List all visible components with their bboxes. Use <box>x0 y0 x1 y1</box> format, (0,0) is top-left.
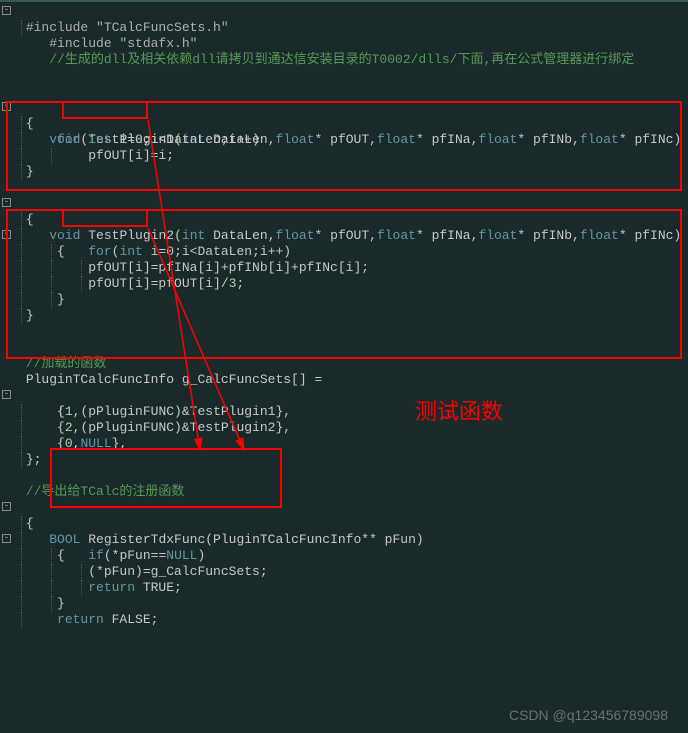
blank-line <box>0 324 688 340</box>
code-line: pfOUT[i]=pfINa[i]+pfINb[i]+pfINc[i]; <box>0 260 688 276</box>
code-line: return TRUE; <box>0 580 688 596</box>
fold-minus-icon[interactable]: - <box>2 390 11 399</box>
code-line: - { <box>0 388 688 404</box>
function-signature: - BOOL RegisterTdxFunc(PluginTCalcFuncIn… <box>0 500 688 516</box>
code-line: PluginTCalcFuncInfo g_CalcFuncSets[] = <box>0 372 688 388</box>
blank-line <box>0 180 688 196</box>
fold-minus-icon[interactable]: - <box>2 102 11 111</box>
blank-line <box>0 468 688 484</box>
code-line: { <box>0 548 688 564</box>
code-line: pfOUT[i]=i; <box>0 148 688 164</box>
fold-minus-icon[interactable]: - <box>2 534 11 543</box>
blank-line <box>0 68 688 84</box>
code-editor[interactable]: - #include "stdafx.h" #include "TCalcFun… <box>0 2 688 628</box>
code-line: //生成的dll及相关依赖dll请拷贝到通达信安装目录的T0002/dlls/下… <box>0 52 688 68</box>
code-line: //加载的函数 <box>0 356 688 372</box>
code-line: - #include "stdafx.h" <box>0 4 688 20</box>
code-line: {0,NULL}, <box>0 436 688 452</box>
code-line: } <box>0 292 688 308</box>
code-line: (*pFun)=g_CalcFuncSets; <box>0 564 688 580</box>
code-line: {2,(pPluginFUNC)&TestPlugin2}, <box>0 420 688 436</box>
code-line: {1,(pPluginFUNC)&TestPlugin1}, <box>0 404 688 420</box>
code-line: #include "TCalcFuncSets.h" <box>0 20 688 36</box>
comment: //生成的dll及相关依赖dll请拷贝到通达信安装目录的T0002/dlls/下… <box>49 52 634 67</box>
annotation-label: 测试函数 <box>415 394 503 426</box>
code-line: { <box>0 516 688 532</box>
fold-minus-icon[interactable]: - <box>2 502 11 511</box>
code-line: { <box>0 212 688 228</box>
code-line: pfOUT[i]=pfOUT[i]/3; <box>0 276 688 292</box>
code-line: { <box>0 244 688 260</box>
code-line: return FALSE; <box>0 612 688 628</box>
fold-minus-icon[interactable]: - <box>2 230 11 239</box>
code-line: }; <box>0 452 688 468</box>
fold-minus-icon[interactable]: - <box>2 198 11 207</box>
function-signature: - void TestPlugin2(int DataLen,float* pf… <box>0 196 688 212</box>
function-signature: - void TestPlugin1(int DataLen,float* pf… <box>0 100 688 116</box>
blank-line <box>0 84 688 100</box>
code-line: } <box>0 596 688 612</box>
code-line: - for(int i=0;i<DataLen;i++) <box>0 228 688 244</box>
code-line: - if(*pFun==NULL) <box>0 532 688 548</box>
comment: //导出给TCalc的注册函数 <box>26 484 185 499</box>
code-line: } <box>0 308 688 324</box>
code-line: //导出给TCalc的注册函数 <box>0 484 688 500</box>
code-line: for(int i=0;i<DataLen;i++) <box>0 132 688 148</box>
code-line: { <box>0 116 688 132</box>
watermark: CSDN @q123456789098 <box>509 707 668 723</box>
comment: //加载的函数 <box>26 356 107 371</box>
fold-minus-icon[interactable]: - <box>2 6 11 15</box>
code-line: } <box>0 164 688 180</box>
blank-line <box>0 36 688 52</box>
blank-line <box>0 340 688 356</box>
